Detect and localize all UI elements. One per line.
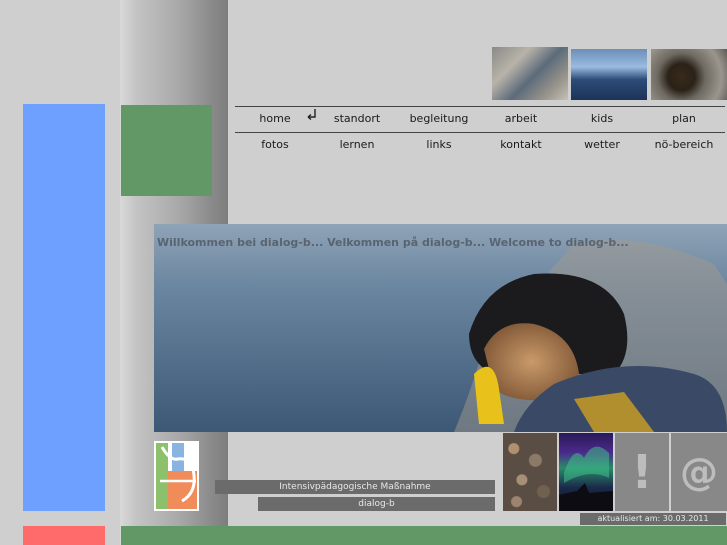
nav-links[interactable]: links	[398, 138, 480, 151]
hero-image: Willkommen bei dialog-b... Velkommen på …	[154, 224, 727, 432]
aurora-photo	[559, 433, 613, 511]
nav-noe-bereich[interactable]: nö-bereich	[643, 138, 725, 151]
nav-lernen[interactable]: lernen	[316, 138, 398, 151]
nav-home[interactable]: home	[234, 112, 316, 125]
subtitle-label: Intensivpädagogische Maßnahme	[215, 480, 495, 494]
child-on-beach-photo	[492, 47, 568, 100]
hero-photo-art	[154, 224, 727, 432]
nav-line-middle	[235, 132, 725, 133]
green-square	[121, 105, 212, 196]
nav-fotos[interactable]: fotos	[234, 138, 316, 151]
nav-plan[interactable]: plan	[643, 112, 725, 125]
return-arrow-icon	[307, 109, 316, 121]
red-side-bar	[23, 526, 105, 545]
exclamation-icon[interactable]: !	[615, 433, 669, 511]
green-bottom-bar	[121, 526, 727, 545]
nav-line-top	[235, 106, 725, 107]
aurora-art	[559, 446, 613, 511]
welcome-heading: Willkommen bei dialog-b... Velkommen på …	[157, 236, 629, 249]
nav-kids[interactable]: kids	[561, 112, 643, 125]
campfire-pot-photo	[651, 49, 727, 100]
logo-mark-icon	[154, 441, 199, 511]
nav-kontakt[interactable]: kontakt	[480, 138, 562, 151]
last-updated-label: aktualisiert am: 30.03.2011	[580, 513, 726, 525]
nav-standort[interactable]: standort	[316, 112, 398, 125]
nav-wetter[interactable]: wetter	[561, 138, 643, 151]
at-email-icon[interactable]: @	[671, 433, 727, 511]
pebbles-photo	[503, 433, 557, 511]
blue-sky-landscape-photo	[571, 49, 647, 100]
nav-arbeit[interactable]: arbeit	[480, 112, 562, 125]
dialog-b-logo[interactable]	[154, 441, 199, 511]
brand-label: dialog-b	[258, 497, 495, 511]
nav-begleitung[interactable]: begleitung	[398, 112, 480, 125]
blue-side-bar	[23, 104, 105, 511]
